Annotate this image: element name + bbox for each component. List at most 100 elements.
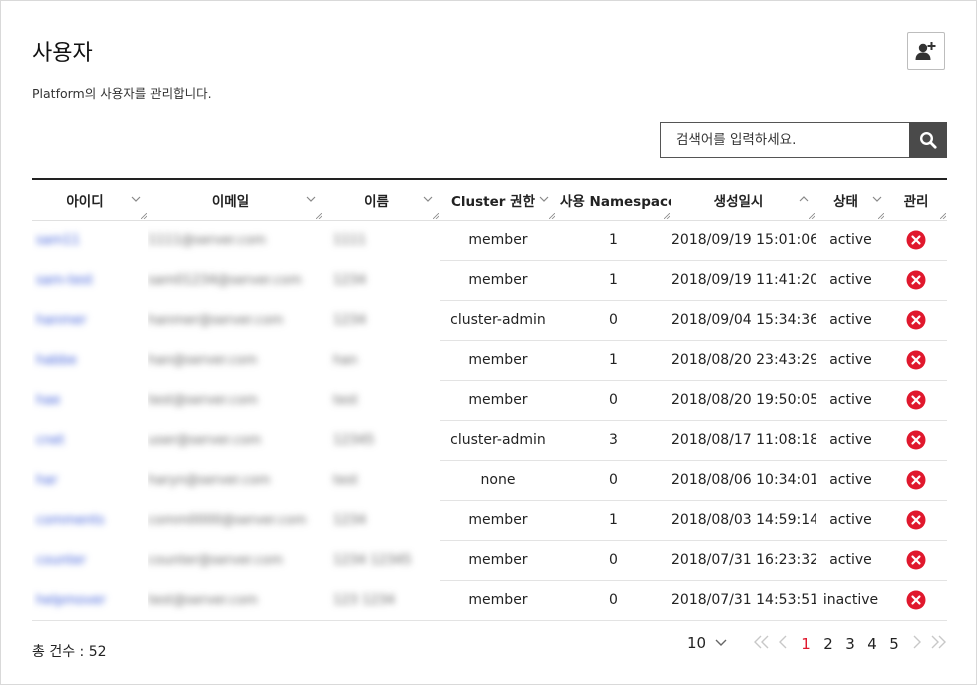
delete-icon[interactable] xyxy=(906,590,926,610)
cell-manage xyxy=(885,220,947,261)
resize-handle-icon[interactable] xyxy=(549,212,555,219)
user-id-link[interactable]: counter xyxy=(36,553,86,568)
cell-id[interactable]: counter xyxy=(32,540,148,580)
user-id-link[interactable]: sam-test xyxy=(36,273,93,288)
user-id-link[interactable]: hae xyxy=(36,393,60,408)
cell-cluster-role: cluster-admin xyxy=(440,300,556,341)
resize-handle-icon[interactable] xyxy=(433,212,439,219)
cell-namespace-count: 0 xyxy=(556,380,671,421)
cell-id[interactable]: har xyxy=(32,460,148,500)
cell-namespace-count: 1 xyxy=(556,500,671,541)
page-link-2[interactable]: 2 xyxy=(817,635,839,653)
cell-status: active xyxy=(816,300,885,341)
user-name: 12345 xyxy=(333,433,375,448)
delete-icon[interactable] xyxy=(906,510,926,530)
table-row: comments comm0000@server.com 1234 member 1 20… xyxy=(32,500,947,541)
last-page-icon[interactable] xyxy=(927,635,949,653)
cell-name: 12345 xyxy=(323,420,440,460)
cell-status: active xyxy=(816,500,885,541)
delete-icon[interactable] xyxy=(906,230,926,250)
column-header-email[interactable]: 이메일 xyxy=(148,179,323,220)
column-header-status[interactable]: 상태 xyxy=(816,179,885,220)
page-link-5[interactable]: 5 xyxy=(883,635,905,653)
user-id-link[interactable]: habbe xyxy=(36,353,77,368)
cell-created: 2018/08/20 19:50:05 xyxy=(671,380,816,421)
user-name: 1234 xyxy=(333,313,367,328)
cell-namespace-count: 0 xyxy=(556,460,671,501)
column-header-created[interactable]: 생성일시 xyxy=(671,179,816,220)
delete-icon[interactable] xyxy=(906,310,926,330)
user-id-link[interactable]: sam11 xyxy=(36,233,80,248)
user-id-link[interactable]: har xyxy=(36,473,58,488)
user-id-link[interactable]: comments xyxy=(36,513,105,528)
delete-icon[interactable] xyxy=(906,550,926,570)
column-header-name[interactable]: 이름 xyxy=(323,179,440,220)
delete-icon[interactable] xyxy=(906,270,926,290)
resize-handle-icon[interactable] xyxy=(809,212,815,219)
add-user-button[interactable] xyxy=(907,32,945,70)
cell-cluster-role: cluster-admin xyxy=(440,420,556,461)
page-size-select[interactable]: 10 xyxy=(687,634,728,652)
user-email: counter@server.com xyxy=(148,553,283,568)
user-email: han@server.com xyxy=(148,353,258,368)
column-header-id[interactable]: 아이디 xyxy=(32,179,148,220)
page-link-4[interactable]: 4 xyxy=(861,635,883,653)
user-id-link[interactable]: hanmer xyxy=(36,313,86,328)
users-table: 아이디 이메일 이름 Cluster 권한 사용 Namespace 생성일시 xyxy=(32,178,947,621)
search-input[interactable] xyxy=(660,122,909,158)
cell-id[interactable]: comments xyxy=(32,500,148,540)
first-page-icon[interactable] xyxy=(751,635,773,653)
table-row: counter counter@server.com 1234 12345 membe… xyxy=(32,540,947,581)
column-header-namespace[interactable]: 사용 Namespace xyxy=(556,179,671,220)
cell-created: 2018/09/04 15:34:36 xyxy=(671,300,816,341)
chevron-down-icon xyxy=(423,196,433,202)
cell-status: active xyxy=(816,340,885,381)
chevron-up-icon xyxy=(799,196,809,202)
delete-icon[interactable] xyxy=(906,350,926,370)
cell-id[interactable]: cnet xyxy=(32,420,148,460)
prev-page-icon[interactable] xyxy=(773,635,795,653)
next-page-icon[interactable] xyxy=(905,635,927,653)
resize-handle-icon[interactable] xyxy=(940,212,946,219)
cell-status: active xyxy=(816,260,885,301)
resize-handle-icon[interactable] xyxy=(878,212,884,219)
cell-cluster-role: none xyxy=(440,460,556,501)
user-email: sam01234@server.com xyxy=(148,273,302,288)
page-link-3[interactable]: 3 xyxy=(839,635,861,653)
total-count: 총 건수 : 52 xyxy=(32,644,107,660)
user-email: user@server.com xyxy=(148,433,262,448)
page-size-value: 10 xyxy=(687,634,707,652)
cell-id[interactable]: helpmover xyxy=(32,580,148,621)
table-row: sam11 1111@server.com 1111 member 1 2018/09/1… xyxy=(32,220,947,261)
user-id-link[interactable]: helpmover xyxy=(36,593,106,608)
cell-namespace-count: 0 xyxy=(556,580,671,621)
cell-id[interactable]: habbe xyxy=(32,340,148,380)
user-email: comm0000@server.com xyxy=(148,513,307,528)
resize-handle-icon[interactable] xyxy=(664,212,670,219)
cell-id[interactable]: sam11 xyxy=(32,220,148,260)
user-email: haryn@server.com xyxy=(148,473,271,488)
search-button[interactable] xyxy=(909,122,947,158)
page-link-1[interactable]: 1 xyxy=(795,635,817,653)
cell-created: 2018/08/06 10:34:01 xyxy=(671,460,816,501)
resize-handle-icon[interactable] xyxy=(316,212,322,219)
user-name: test xyxy=(333,393,358,408)
delete-icon[interactable] xyxy=(906,390,926,410)
cell-name: 1234 12345 xyxy=(323,540,440,580)
cell-cluster-role: member xyxy=(440,540,556,581)
cell-created: 2018/09/19 11:41:20 xyxy=(671,260,816,301)
column-header-cluster-role[interactable]: Cluster 권한 xyxy=(440,179,556,220)
cell-cluster-role: member xyxy=(440,340,556,381)
delete-icon[interactable] xyxy=(906,470,926,490)
cell-name: test xyxy=(323,380,440,420)
cell-id[interactable]: sam-test xyxy=(32,260,148,300)
search-icon xyxy=(919,131,937,149)
cell-name: 1111 xyxy=(323,220,440,260)
page-subtitle: Platform의 사용자를 관리합니다. xyxy=(32,86,212,101)
delete-icon[interactable] xyxy=(906,430,926,450)
user-id-link[interactable]: cnet xyxy=(36,433,64,448)
cell-id[interactable]: hanmer xyxy=(32,300,148,340)
cell-id[interactable]: hae xyxy=(32,380,148,420)
chevron-down-icon xyxy=(715,639,727,646)
resize-handle-icon[interactable] xyxy=(141,212,147,219)
